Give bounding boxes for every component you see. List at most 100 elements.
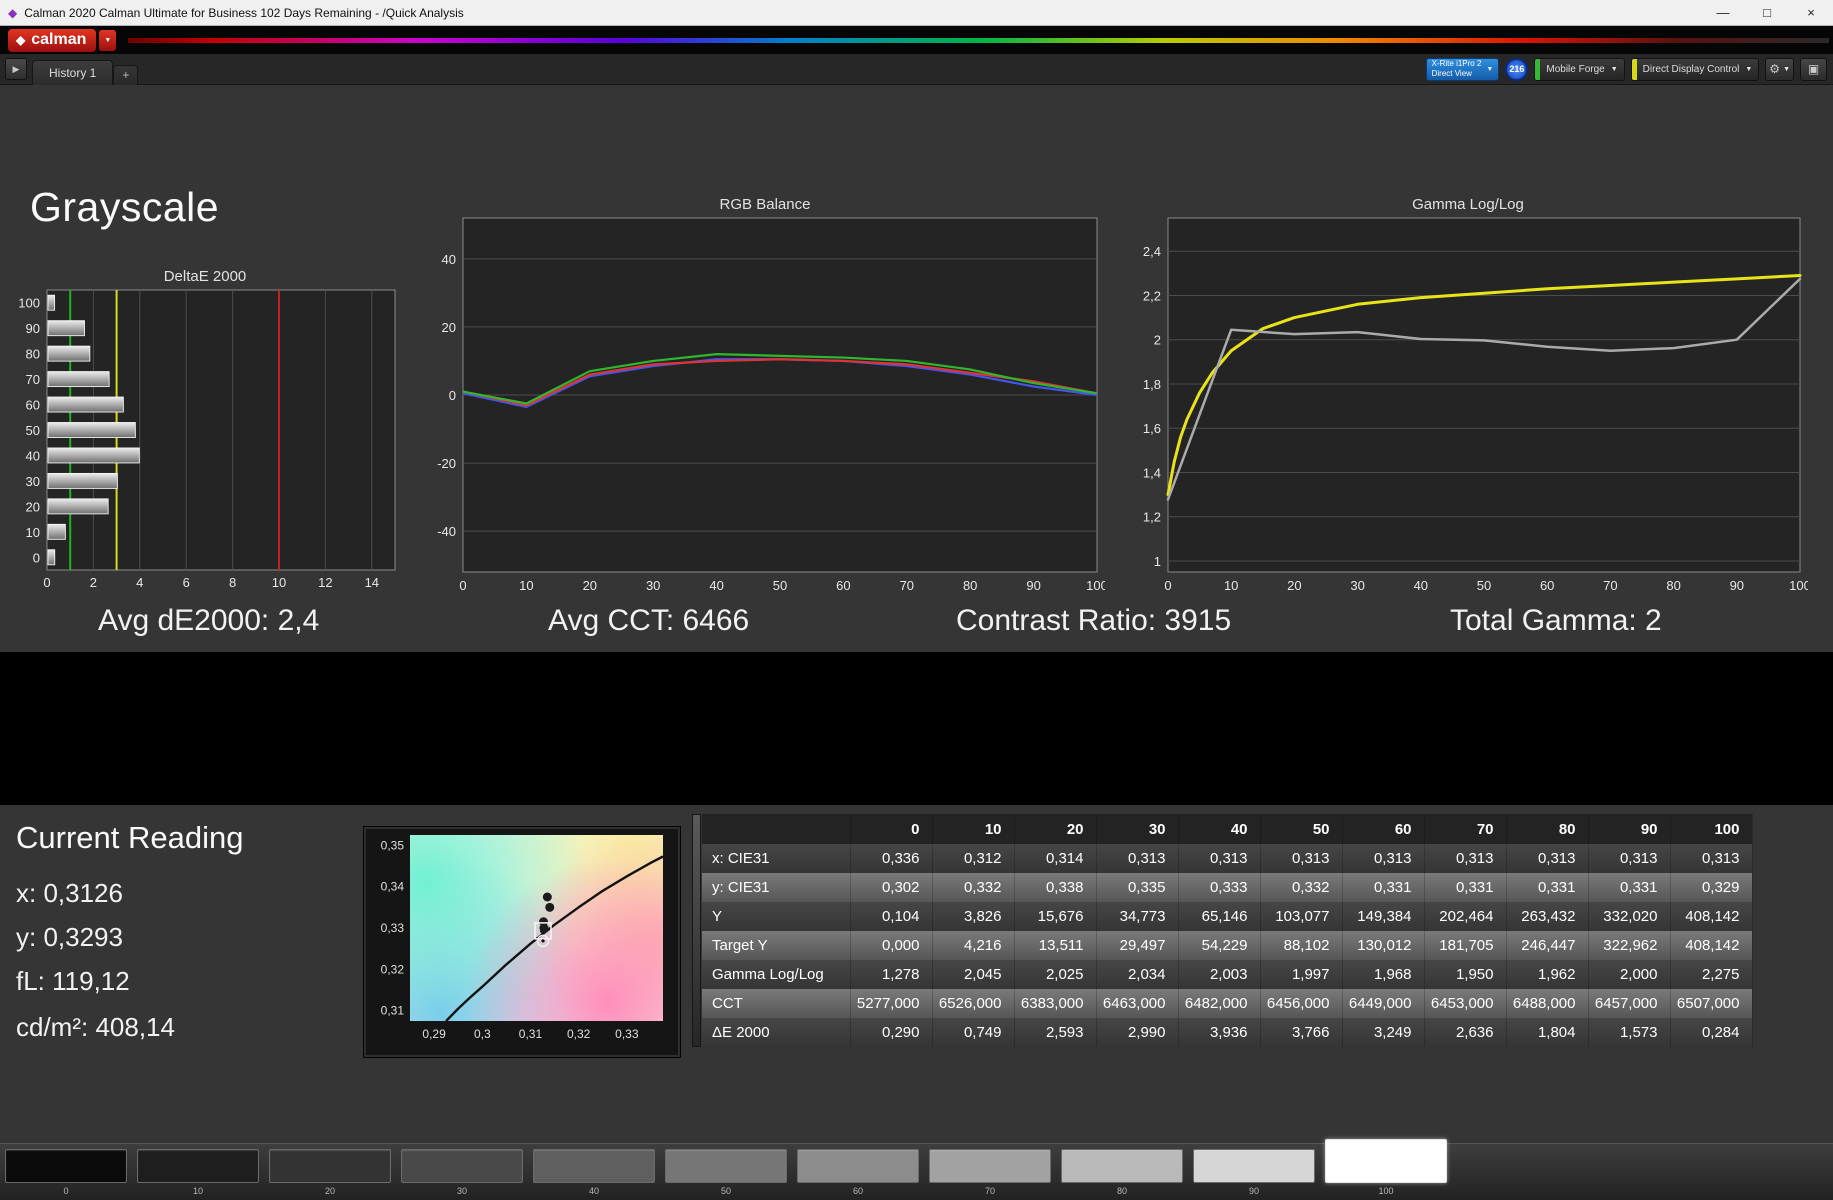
source-selector[interactable]: Mobile Forge ▼ [1534, 57, 1625, 81]
table-cell: 1,278 [850, 960, 933, 989]
pattern-level-button[interactable] [665, 1149, 787, 1183]
svg-text:50: 50 [26, 423, 40, 438]
svg-text:0,31: 0,31 [519, 1027, 543, 1041]
svg-text:10: 10 [519, 578, 533, 593]
svg-text:-40: -40 [437, 524, 456, 539]
pattern-level-90: 90 [1193, 1144, 1315, 1196]
svg-text:80: 80 [26, 347, 40, 362]
table-cell: 0,332 [1260, 873, 1343, 902]
pattern-level-button[interactable] [269, 1149, 391, 1183]
history-nav-button[interactable]: ▶ [5, 58, 27, 80]
svg-text:20: 20 [583, 578, 597, 593]
svg-text:90: 90 [1026, 578, 1040, 593]
minimize-button[interactable]: — [1701, 0, 1745, 25]
table-cell: 3,766 [1260, 1018, 1343, 1047]
display-control-accent [1631, 58, 1637, 80]
table-row-label: Y [702, 902, 851, 931]
svg-text:30: 30 [646, 578, 660, 593]
rgb-balance-chart: RGB Balance 40 20 0 -20 -40 0 10 20 30 40 50 60 70 80… [425, 196, 1105, 598]
contrast-ratio-stat: Contrast Ratio: 3915 [956, 604, 1232, 637]
svg-text:1,4: 1,4 [1143, 465, 1161, 480]
rgb-balance-chart-title: RGB Balance [719, 196, 811, 213]
spectrum-strip [128, 37, 1829, 43]
logo-dropdown[interactable]: ▼ [99, 29, 117, 51]
svg-text:2,2: 2,2 [1143, 288, 1161, 303]
svg-text:70: 70 [900, 578, 914, 593]
table-cell: 4,216 [932, 931, 1015, 960]
gamma-chart-title: Gamma Log/Log [1412, 196, 1524, 213]
table-cell: 6463,000 [1096, 989, 1179, 1018]
settings-button[interactable]: ⚙ ▼ [1765, 57, 1794, 81]
table-col-header: 80 [1506, 814, 1589, 844]
brand-name: calman [31, 30, 87, 48]
svg-text:80: 80 [963, 578, 977, 593]
svg-text:70: 70 [1603, 578, 1617, 593]
svg-text:0,35: 0,35 [381, 838, 405, 852]
svg-text:50: 50 [773, 578, 787, 593]
pattern-level-button[interactable] [797, 1149, 919, 1183]
table-row: y: CIE31 0,302 0,332 0,338 0,335 0,333 0,332 0,… [702, 873, 1753, 902]
svg-text:0: 0 [43, 575, 50, 590]
maximize-button[interactable]: □ [1745, 0, 1789, 25]
table-cell: 2,275 [1670, 960, 1753, 989]
svg-text:6: 6 [183, 575, 190, 590]
table-cell: 0,000 [850, 931, 933, 960]
table-cell: 15,676 [1014, 902, 1097, 931]
table-cell: 0,302 [850, 873, 933, 902]
table-cell: 2,593 [1014, 1018, 1097, 1047]
table-cell: 322,962 [1588, 931, 1671, 960]
layout-button[interactable]: ▣ [1800, 57, 1827, 81]
pattern-level-button[interactable] [929, 1149, 1051, 1183]
table-cell: 0,290 [850, 1018, 933, 1047]
table-cell: 0,313 [1096, 844, 1179, 873]
svg-text:-20: -20 [437, 456, 456, 471]
pattern-level-button[interactable] [1061, 1149, 1183, 1183]
table-cell: 0,331 [1506, 873, 1589, 902]
meter-selector[interactable]: X-Rite i1Pro 2 Direct View ▼ [1425, 57, 1500, 81]
table-row: Gamma Log/Log 1,278 2,045 2,025 2,034 2,003 1,… [702, 960, 1753, 989]
tab-history-1[interactable]: History 1 [32, 59, 114, 85]
table-cell: 1,573 [1588, 1018, 1671, 1047]
table-cell: 6453,000 [1424, 989, 1507, 1018]
source-accent [1535, 58, 1541, 80]
grayscale-ramp: Actual Target 0102030405060708090100 [0, 652, 1833, 805]
svg-text:20: 20 [26, 499, 40, 514]
table-cell: 0,314 [1014, 844, 1097, 873]
display-control-selector[interactable]: Direct Display Control ▼ [1630, 57, 1760, 81]
table-cell: 0,333 [1178, 873, 1261, 902]
pattern-level-buttons: 0 10 20 30 40 50 60 70 80 90 100 [5, 1139, 1447, 1196]
svg-text:4: 4 [136, 575, 143, 590]
pattern-level-100: 100 [1325, 1139, 1447, 1196]
display-control-label: Direct Display Control [1642, 63, 1740, 75]
pattern-level-60: 60 [797, 1144, 919, 1196]
table-cell: 2,025 [1014, 960, 1097, 989]
table-cell: 1,950 [1424, 960, 1507, 989]
calman-logo[interactable]: ◆ calman ▼ [8, 28, 117, 52]
meter-status-badge[interactable]: 216 [1505, 57, 1529, 81]
pattern-level-button[interactable] [5, 1149, 127, 1183]
close-button[interactable]: × [1789, 0, 1833, 25]
svg-text:0: 0 [449, 388, 456, 403]
pattern-level-button[interactable] [401, 1149, 523, 1183]
table-cell: 0,336 [850, 844, 933, 873]
table-row-label: x: CIE31 [702, 844, 851, 873]
rgb-balance-chart-plot: 40 20 0 -20 -40 0 10 20 30 40 50 60 70 80 90 100 [437, 217, 1105, 593]
table-cell: 0,749 [932, 1018, 1015, 1047]
pattern-level-button[interactable] [1193, 1149, 1315, 1183]
table-cell: 149,384 [1342, 902, 1425, 931]
svg-text:0: 0 [459, 578, 466, 593]
svg-text:100: 100 [1086, 578, 1105, 593]
table-cell: 3,249 [1342, 1018, 1425, 1047]
gamma-chart: Gamma Log/Log 2,4 2,2 2 1,8 1,6 1,4 1,2 1 0 10 20 3… [1128, 196, 1808, 598]
svg-text:1,2: 1,2 [1143, 510, 1161, 525]
app-icon: ◆ [8, 5, 18, 20]
pattern-level-10: 10 [137, 1144, 259, 1196]
pattern-level-button[interactable] [137, 1149, 259, 1183]
add-tab-button[interactable]: + [113, 64, 139, 85]
svg-text:40: 40 [709, 578, 723, 593]
pattern-level-button[interactable] [533, 1149, 655, 1183]
pattern-level-button[interactable] [1325, 1139, 1447, 1183]
table-cell: 0,331 [1424, 873, 1507, 902]
svg-text:40: 40 [442, 252, 456, 267]
svg-text:0,33: 0,33 [615, 1027, 639, 1041]
